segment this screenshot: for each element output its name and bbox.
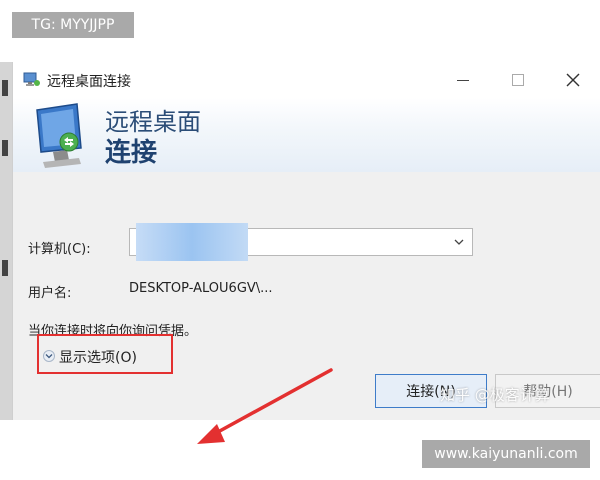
banner-subtitle: 连接 <box>105 138 158 168</box>
remote-desktop-window: 远程桌面连接 远程桌面 连接 计算机(C): 用户名: DESKTOP-ALOU… <box>12 62 600 444</box>
url-badge: www.kaiyunanli.com <box>422 440 590 468</box>
header-banner: 远程桌面 连接 <box>13 98 600 172</box>
close-icon <box>566 73 580 87</box>
window-title: 远程桌面连接 <box>47 74 131 90</box>
title-bar[interactable]: 远程桌面连接 <box>13 62 600 98</box>
expand-arrow-icon <box>43 350 55 362</box>
zhihu-watermark: 知乎 @极客计算 <box>440 386 550 404</box>
show-options-button[interactable]: 显示选项(O) <box>37 334 173 374</box>
tg-badge: TG: MYYJJPP <box>12 12 134 38</box>
remote-desktop-app-icon <box>23 72 40 86</box>
minimize-button[interactable] <box>443 66 483 94</box>
redacted-computer-value <box>136 223 248 261</box>
username-value: DESKTOP-ALOU6GV\... <box>129 281 273 296</box>
close-button[interactable] <box>553 66 593 94</box>
computer-combobox[interactable] <box>129 223 473 261</box>
chevron-down-icon[interactable] <box>454 238 464 246</box>
monitor-icon <box>36 103 82 168</box>
username-label: 用户名: <box>28 286 72 301</box>
banner-title: 远程桌面 <box>105 108 201 136</box>
maximize-button[interactable] <box>497 66 537 94</box>
show-options-label: 显示选项(O) <box>59 350 137 366</box>
computer-label: 计算机(C): <box>28 242 91 257</box>
annotation-arrow <box>197 368 333 444</box>
